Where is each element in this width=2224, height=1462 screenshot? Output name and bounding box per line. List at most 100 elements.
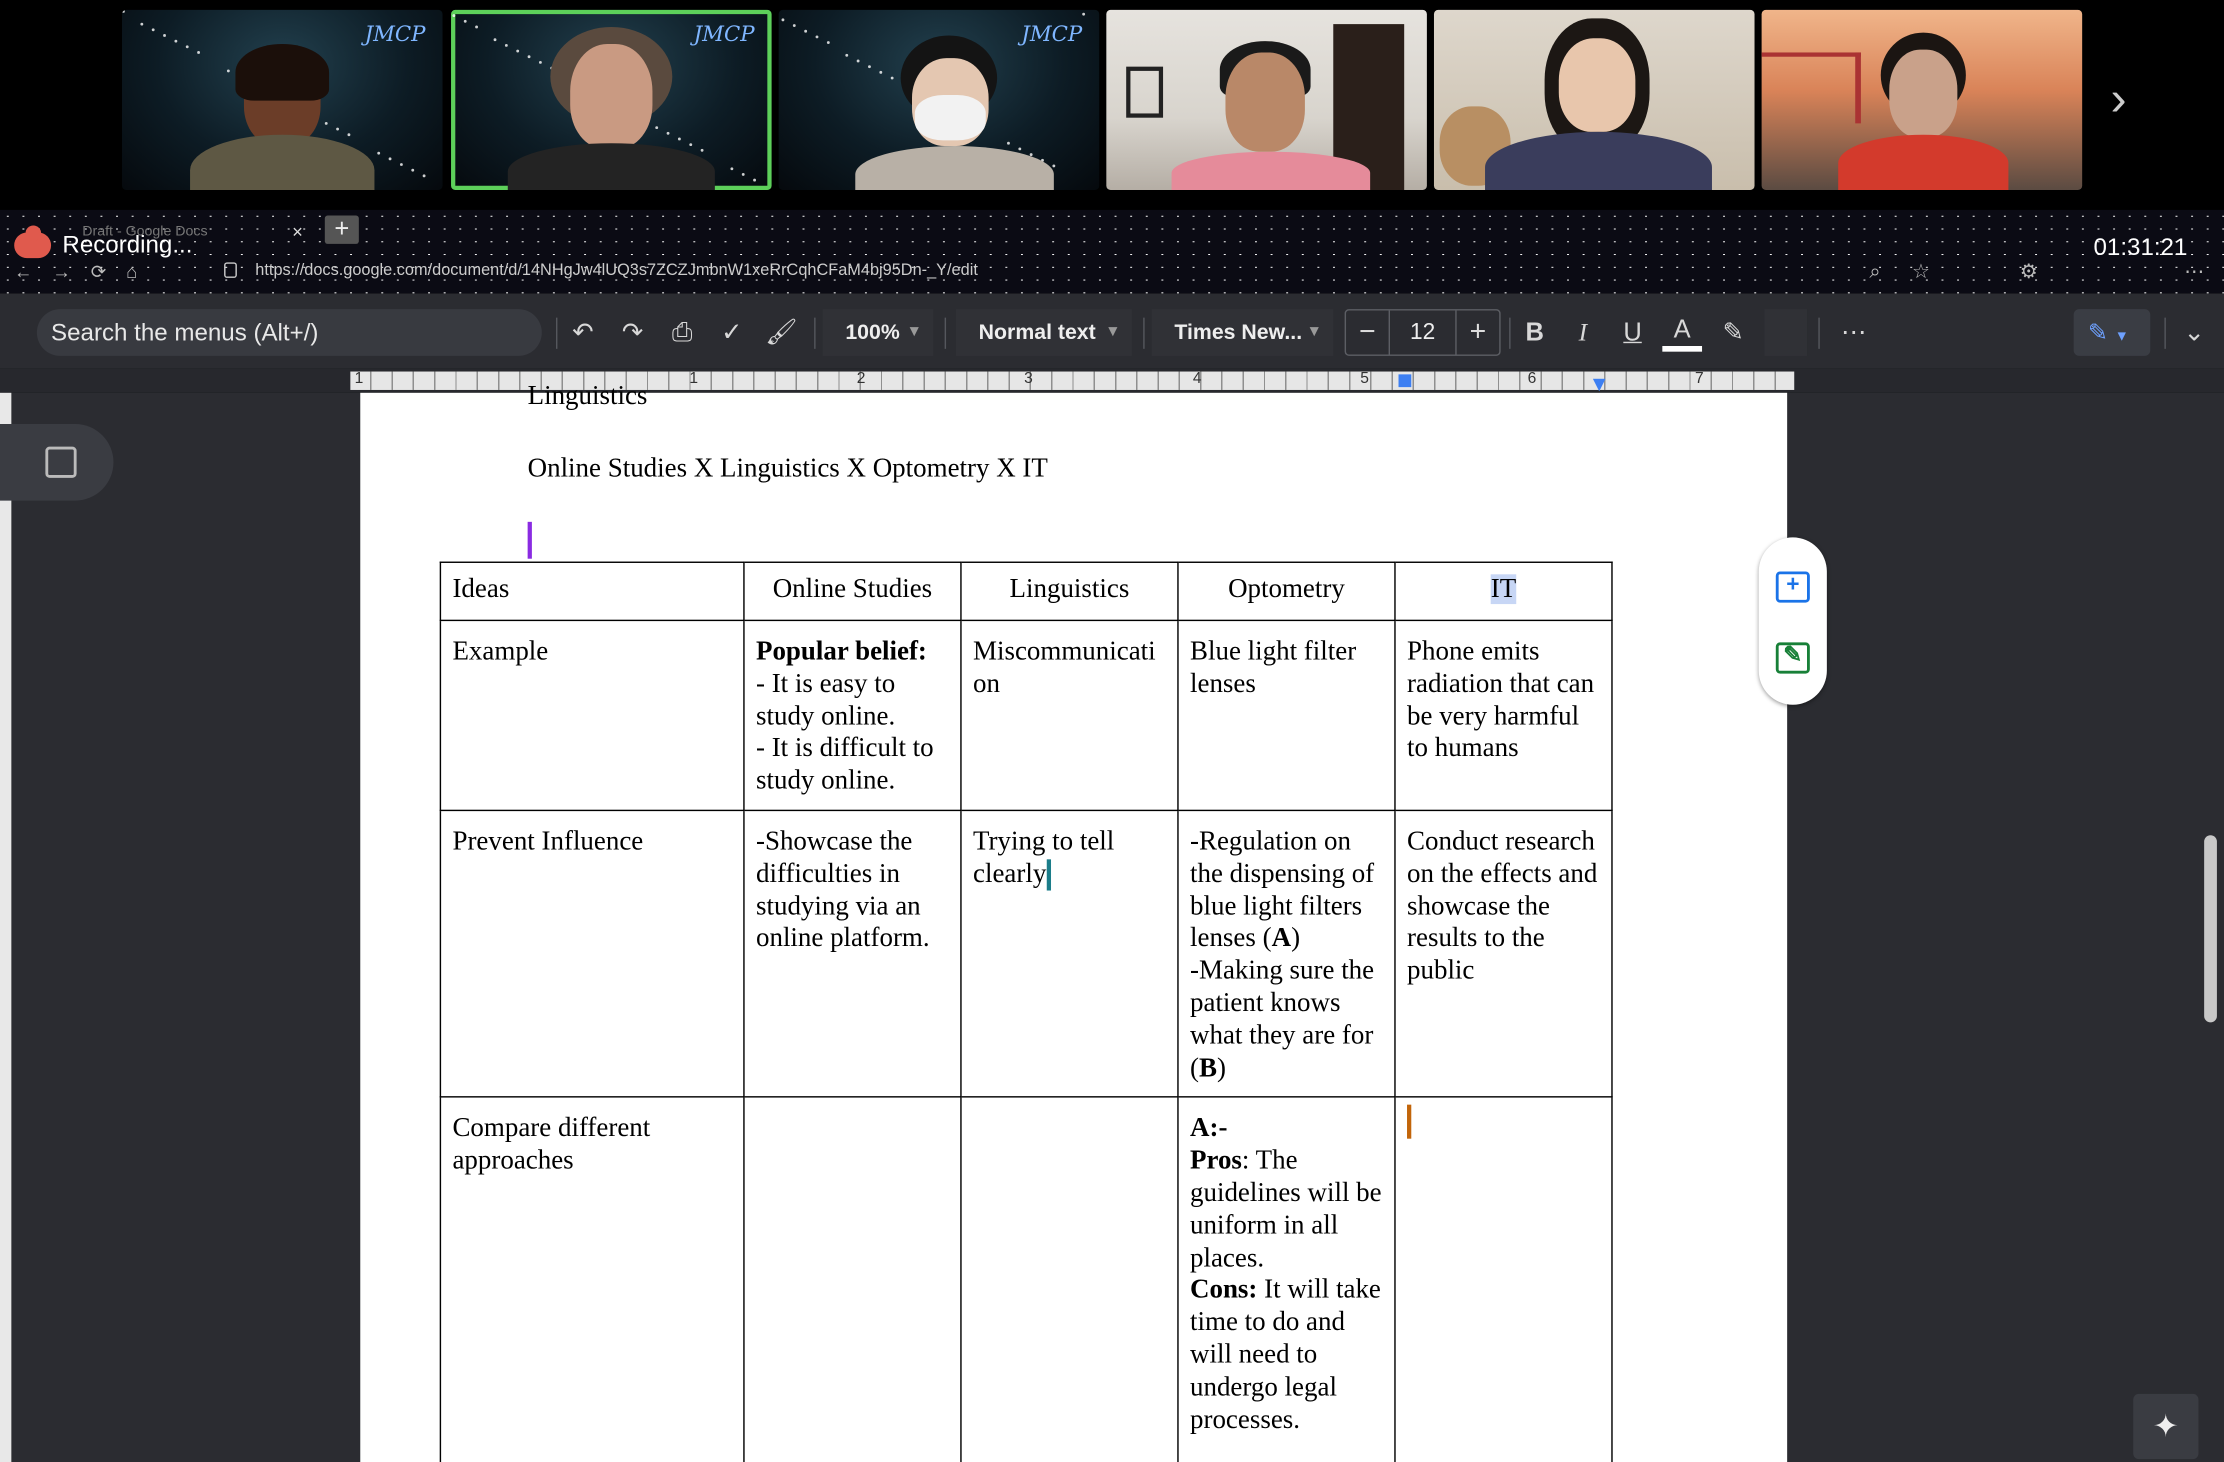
- browser-nav-icons[interactable]: ←→⟳⌂: [14, 261, 157, 284]
- table-cell[interactable]: [1394, 1096, 1613, 1462]
- table-cell[interactable]: Blue light filter lenses: [1177, 619, 1396, 812]
- table-cell[interactable]: Miscommunicati on: [960, 619, 1179, 812]
- table-cell[interactable]: Example: [439, 619, 745, 812]
- table-cell[interactable]: Trying to tell clearly: [960, 809, 1179, 1099]
- collapse-menus-icon[interactable]: ⌄: [2173, 309, 2216, 356]
- undo-icon[interactable]: ↶: [562, 309, 605, 356]
- table-header-cell[interactable]: Online Studies: [743, 561, 962, 622]
- video-tile-5[interactable]: [1433, 9, 1755, 191]
- font-size-input[interactable]: 12: [1388, 310, 1457, 355]
- star: [730, 167, 734, 171]
- bridge: [1761, 52, 1861, 124]
- table-cell[interactable]: Prevent Influence: [439, 809, 745, 1099]
- document-page[interactable]: Linguistics Online Studies X Linguistics…: [360, 381, 1788, 1462]
- star: [226, 69, 230, 73]
- ideas-table: Ideas Online Studies Linguistics Optomet…: [439, 561, 1613, 1462]
- document-area: Linguistics Online Studies X Linguistics…: [0, 381, 2224, 1462]
- star: [1082, 12, 1086, 16]
- indent-marker[interactable]: [1398, 374, 1412, 388]
- increase-font-size-button[interactable]: +: [1457, 311, 1500, 355]
- divider: [556, 317, 558, 349]
- recording-indicator: Recording...: [14, 225, 192, 259]
- divider: [1509, 317, 1511, 349]
- ruler-number: 1: [689, 370, 699, 388]
- suggest-edits-icon[interactable]: ✎: [1775, 642, 1810, 674]
- star: [399, 163, 403, 166]
- video-tile-2[interactable]: JMCP: [451, 9, 772, 191]
- chevron-right-icon[interactable]: ›: [2111, 71, 2127, 128]
- star: [666, 131, 670, 135]
- table-cell[interactable]: Compare different approaches: [439, 1096, 745, 1462]
- text-color-button[interactable]: A: [1662, 309, 1703, 352]
- video-tile-4[interactable]: [1106, 9, 1427, 191]
- table-cell[interactable]: [743, 1096, 962, 1462]
- participant-body: [1838, 134, 2009, 191]
- zoom-select[interactable]: 100% ▼: [822, 309, 934, 356]
- table-cell[interactable]: -Showcase the difficulties in studying v…: [743, 809, 962, 1099]
- video-tile-1[interactable]: JMCP: [121, 9, 443, 191]
- cell-line: - It is easy to study online.: [755, 669, 896, 732]
- highlight-icon[interactable]: ✎: [1713, 309, 1753, 356]
- extensions-icon[interactable]: ⚙: [2020, 260, 2038, 284]
- chevron-down-icon: ▼: [2114, 328, 2129, 345]
- video-tile-3[interactable]: JMCP: [778, 9, 1100, 191]
- star: [815, 35, 819, 39]
- font-select[interactable]: Times New... ▼: [1151, 309, 1334, 356]
- more-options-icon[interactable]: ⋯: [1830, 309, 1878, 356]
- cell-line: - It is difficult to study online.: [755, 733, 934, 796]
- screen: JMCP JMCP JMCP › Draft - Google Docs × +…: [0, 0, 2224, 1462]
- add-comment-icon[interactable]: +: [1775, 571, 1810, 603]
- bold-button[interactable]: B: [1515, 309, 1555, 356]
- ruler-number: 7: [1694, 370, 1704, 388]
- decrease-font-size-button[interactable]: −: [1346, 311, 1389, 355]
- table-cell[interactable]: Conduct research on the effects and show…: [1394, 809, 1613, 1099]
- editing-mode-button[interactable]: ✎ ▼: [2073, 309, 2151, 356]
- ruler-number: 5: [1360, 370, 1369, 388]
- search-menus-input[interactable]: Search the menus (Alt+/): [36, 309, 542, 356]
- table-header-cell[interactable]: Ideas: [439, 561, 745, 622]
- star: [890, 76, 894, 80]
- table-header-cell[interactable]: Linguistics: [960, 561, 1179, 622]
- selected-text: IT: [1490, 574, 1517, 605]
- table-cell[interactable]: Phone emits radiation that can be very h…: [1394, 619, 1613, 812]
- star: [452, 14, 456, 18]
- table-cell[interactable]: -Regulation on the dispensing of blue li…: [1177, 809, 1396, 1099]
- zoom-icon[interactable]: ⌕: [1869, 260, 1880, 284]
- menu-icon[interactable]: ⋯: [2184, 260, 2204, 284]
- table-header-cell[interactable]: IT: [1394, 561, 1613, 622]
- new-tab-button[interactable]: +: [324, 216, 359, 244]
- redo-icon[interactable]: ↷: [611, 309, 654, 356]
- style-select[interactable]: Normal text ▼: [955, 309, 1132, 356]
- table-cell[interactable]: [960, 1096, 1179, 1462]
- address-bar[interactable]: https://docs.google.com/document/d/14NHg…: [213, 255, 1958, 286]
- table-cell[interactable]: Popular belief: - It is easy to study on…: [743, 619, 962, 812]
- star: [689, 143, 693, 147]
- scrollbar-thumb[interactable]: [2204, 835, 2217, 1023]
- star: [347, 133, 351, 137]
- insert-link-icon[interactable]: [1764, 309, 1808, 356]
- chevron-down-icon: ▼: [1306, 323, 1322, 341]
- ruler-number: 2: [856, 370, 866, 388]
- participant-body: [855, 146, 1054, 191]
- bookmark-star-icon[interactable]: ☆: [1912, 260, 1930, 284]
- explore-icon[interactable]: ✦: [2133, 1393, 2199, 1460]
- italic-button[interactable]: I: [1563, 309, 1603, 356]
- paint-format-icon[interactable]: 🖌: [760, 309, 803, 356]
- star: [121, 9, 125, 13]
- ruler-number: 3: [1024, 370, 1033, 388]
- video-tile-6[interactable]: [1761, 9, 2083, 191]
- table-header-cell[interactable]: Optometry: [1177, 561, 1396, 622]
- table-cell[interactable]: A:- Pros: The guidelines will be uniform…: [1177, 1096, 1396, 1462]
- star: [1052, 164, 1056, 168]
- spellcheck-icon[interactable]: ✓: [711, 309, 754, 356]
- print-icon[interactable]: ⎙: [661, 309, 704, 356]
- zoom-value: 100%: [845, 320, 900, 345]
- star: [388, 157, 392, 161]
- outline-button[interactable]: [0, 423, 114, 501]
- participant-head: [570, 43, 653, 149]
- ruler-number: 1: [354, 370, 364, 388]
- tab-close-icon[interactable]: ×: [292, 221, 303, 242]
- star: [516, 49, 520, 53]
- lock-icon: [224, 262, 237, 278]
- underline-button[interactable]: U: [1613, 309, 1653, 356]
